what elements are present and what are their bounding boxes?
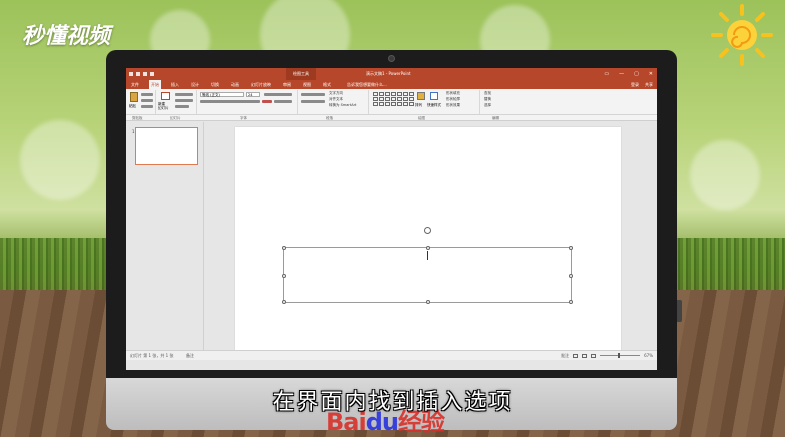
document-title: 演示文稿1 - PowerPoint bbox=[366, 71, 411, 76]
tab-insert[interactable]: 插入 bbox=[169, 80, 181, 89]
resize-handle[interactable] bbox=[569, 300, 573, 304]
select-button[interactable]: 选择 bbox=[484, 103, 491, 108]
workspace: 1 幻灯片 第 1 张，共 1 张 备注 批注 67% bbox=[126, 122, 657, 360]
slide-thumbnail-pane: 1 bbox=[126, 122, 204, 360]
share-button[interactable]: 共享 bbox=[645, 80, 653, 89]
group-label-editing: 编辑 bbox=[492, 116, 499, 120]
ribbon-group-drawing: 排列 快速样式 形状填充 形状轮廓 形状效果 bbox=[370, 90, 480, 114]
font-size-select[interactable]: 24 bbox=[246, 92, 260, 97]
start-presentation-icon[interactable] bbox=[150, 72, 154, 76]
tab-home[interactable]: 开始 bbox=[149, 80, 161, 89]
save-icon[interactable] bbox=[129, 72, 133, 76]
logo: 秒懂视频 bbox=[22, 24, 111, 49]
sun-icon bbox=[711, 4, 773, 66]
replace-button[interactable]: 替换 bbox=[484, 97, 491, 102]
rotate-handle-icon[interactable] bbox=[424, 227, 431, 234]
redo-icon[interactable] bbox=[143, 72, 147, 76]
text-direction-button[interactable]: 文字方向 bbox=[329, 91, 343, 96]
arrange-icon[interactable] bbox=[417, 92, 425, 100]
group-label-drawing: 绘图 bbox=[418, 116, 425, 120]
resize-handle[interactable] bbox=[282, 274, 286, 278]
ribbon-group-paragraph: 文字方向 对齐文本 转换为 SmartArt bbox=[299, 90, 369, 114]
font-name-select[interactable]: 等线 (正文) bbox=[200, 92, 244, 97]
webcam bbox=[388, 55, 395, 62]
convert-smartart-button[interactable]: 转换为 SmartArt bbox=[329, 103, 356, 108]
slide-thumbnail[interactable] bbox=[135, 127, 198, 165]
comments-button[interactable]: 批注 bbox=[561, 351, 569, 360]
tab-design[interactable]: 设计 bbox=[189, 80, 201, 89]
tab-transitions[interactable]: 切换 bbox=[209, 80, 221, 89]
quick-styles-icon[interactable] bbox=[430, 92, 438, 100]
slide-count-status: 幻灯片 第 1 张，共 1 张 bbox=[130, 353, 174, 358]
tab-review[interactable]: 审阅 bbox=[281, 80, 293, 89]
resize-handle[interactable] bbox=[569, 246, 573, 250]
video-subtitle: 在界面内找到插入选项 bbox=[272, 390, 513, 415]
ribbon-group-labels: 剪贴板 幻灯片 字体 段落 绘图 编辑 bbox=[126, 115, 657, 121]
group-label-clipboard: 剪贴板 bbox=[132, 116, 143, 120]
tab-format[interactable]: 格式 bbox=[321, 80, 333, 89]
context-tab-drawing-tools: 绘图工具 bbox=[286, 68, 316, 80]
status-bar: 幻灯片 第 1 张，共 1 张 备注 批注 67% bbox=[126, 350, 657, 360]
normal-view-icon[interactable] bbox=[573, 353, 579, 358]
group-label-font: 字体 bbox=[240, 116, 247, 120]
tab-animations[interactable]: 动画 bbox=[229, 80, 241, 89]
resize-handle[interactable] bbox=[426, 246, 430, 250]
ribbon-display-options-button[interactable]: ▭ bbox=[604, 68, 609, 80]
undo-icon[interactable] bbox=[136, 72, 140, 76]
title-bar: 绘图工具 演示文稿1 - PowerPoint ▭ — ▢ ✕ bbox=[126, 68, 657, 80]
group-label-paragraph: 段落 bbox=[326, 116, 333, 120]
tab-slideshow[interactable]: 幻灯片放映 bbox=[249, 80, 273, 89]
reading-view-icon[interactable] bbox=[591, 353, 597, 358]
shape-effects-button[interactable]: 形状效果 bbox=[446, 103, 460, 108]
resize-handle[interactable] bbox=[282, 246, 286, 250]
ribbon-group-slides: 新建 幻灯片 bbox=[157, 90, 197, 114]
zoom-level[interactable]: 67% bbox=[644, 351, 653, 360]
ribbon-group-editing: 查找 替换 选择 bbox=[481, 90, 521, 114]
window-controls: ▭ — ▢ ✕ bbox=[604, 68, 653, 80]
arrange-label: 排列 bbox=[415, 103, 422, 107]
shape-outline-button[interactable]: 形状轮廓 bbox=[446, 97, 460, 102]
find-button[interactable]: 查找 bbox=[484, 91, 491, 96]
paste-label: 粘贴 bbox=[129, 104, 136, 108]
screen: 绘图工具 演示文稿1 - PowerPoint ▭ — ▢ ✕ 文件 开始 插入… bbox=[126, 68, 657, 370]
slide-canvas[interactable] bbox=[235, 127, 621, 354]
bokeh-light bbox=[20, 120, 100, 200]
shapes-gallery[interactable] bbox=[373, 92, 414, 106]
ribbon: 粘贴 新建 幻灯片 等线 (正文) 24 文字方向 对齐文本 转换为 Smart… bbox=[126, 89, 657, 115]
paste-icon[interactable] bbox=[130, 92, 138, 102]
tab-view[interactable]: 视图 bbox=[301, 80, 313, 89]
bokeh-light bbox=[690, 140, 760, 210]
account-area: 登录 共享 bbox=[631, 80, 653, 89]
resize-handle[interactable] bbox=[569, 274, 573, 278]
slide-sorter-icon[interactable] bbox=[582, 353, 588, 358]
new-slide-label: 新建 幻灯片 bbox=[158, 102, 169, 110]
tab-file[interactable]: 文件 bbox=[129, 80, 141, 89]
monitor: 绘图工具 演示文稿1 - PowerPoint ▭ — ▢ ✕ 文件 开始 插入… bbox=[106, 50, 682, 430]
new-slide-icon[interactable] bbox=[161, 92, 170, 100]
tell-me-search[interactable]: 告诉我您想要做什么... bbox=[347, 80, 387, 89]
text-cursor bbox=[427, 251, 428, 260]
resize-handle[interactable] bbox=[282, 300, 286, 304]
align-text-button[interactable]: 对齐文本 bbox=[329, 97, 343, 102]
resize-handle[interactable] bbox=[426, 300, 430, 304]
maximize-button[interactable]: ▢ bbox=[634, 68, 639, 80]
quick-styles-label: 快速样式 bbox=[427, 103, 441, 107]
group-label-slides: 幻灯片 bbox=[170, 116, 181, 120]
monitor-side-button bbox=[677, 300, 682, 322]
ribbon-group-font: 等线 (正文) 24 bbox=[198, 90, 298, 114]
zoom-slider[interactable] bbox=[600, 353, 641, 358]
status-right: 批注 67% bbox=[561, 351, 653, 360]
minimize-button[interactable]: — bbox=[619, 68, 624, 80]
ribbon-tabs: 文件 开始 插入 设计 切换 动画 幻灯片放映 审阅 视图 格式 告诉我您想要做… bbox=[126, 80, 657, 89]
quick-access-toolbar bbox=[129, 72, 154, 76]
sign-in-link[interactable]: 登录 bbox=[631, 80, 639, 89]
close-button[interactable]: ✕ bbox=[649, 68, 653, 80]
shape-fill-button[interactable]: 形状填充 bbox=[446, 91, 460, 96]
ribbon-group-clipboard: 粘贴 bbox=[128, 90, 156, 114]
notes-button[interactable]: 备注 bbox=[186, 351, 194, 360]
